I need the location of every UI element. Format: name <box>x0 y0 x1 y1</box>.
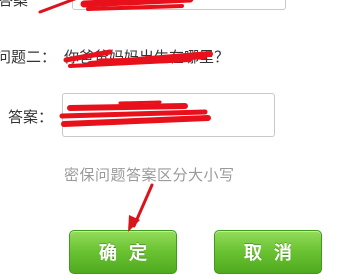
confirm-button[interactable]: 确定 <box>69 230 177 274</box>
cancel-button[interactable]: 取消 <box>214 230 322 274</box>
answer1-field[interactable] <box>72 0 286 10</box>
question2-label: 问题二： <box>0 48 57 66</box>
case-hint: 密保问题答案区分大小写 <box>64 166 235 184</box>
answer2-label: 答案： <box>8 108 54 126</box>
question2-text: 你爸爸妈妈出生在哪里？ <box>64 48 230 66</box>
answer2-field[interactable] <box>62 93 275 137</box>
arrow-to-confirm-icon <box>128 183 154 232</box>
answer1-label: 答案 <box>0 0 29 9</box>
